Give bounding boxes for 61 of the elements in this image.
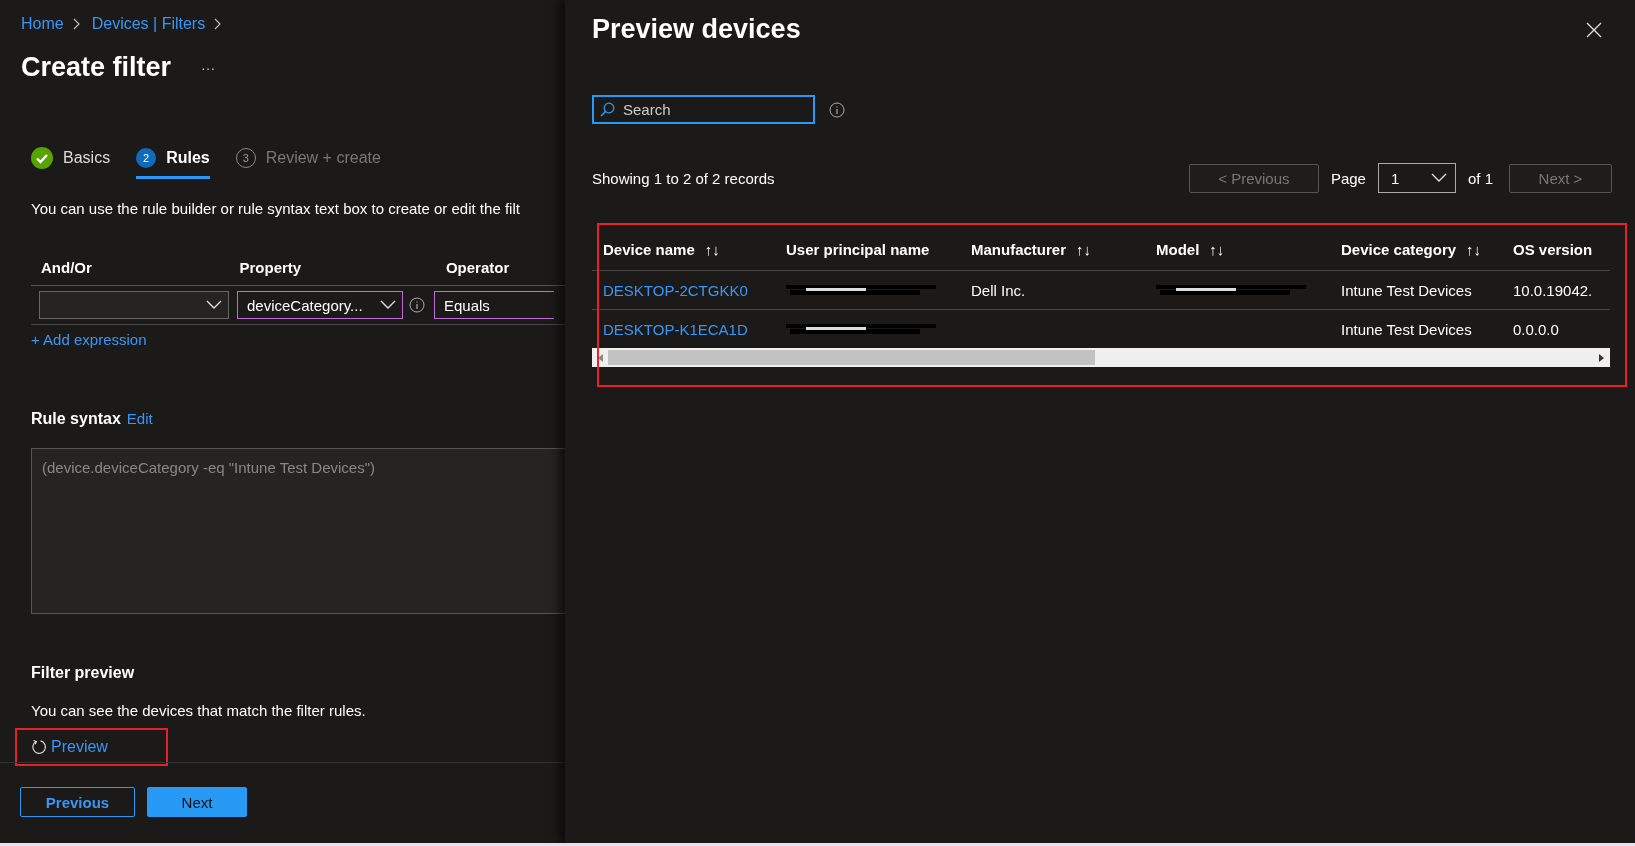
edit-link[interactable]: Edit [126, 410, 153, 427]
add-expression-link[interactable]: + Add expression [31, 331, 565, 348]
description-text: You can see the devices that match the filter rules. [31, 702, 367, 719]
close-icon[interactable] [1586, 21, 1602, 38]
breadcrumb-link[interactable]: Devices | Filters [91, 15, 206, 33]
info-icon[interactable] [409, 297, 425, 313]
column-header[interactable]: Model [1156, 241, 1200, 258]
section-heading: Rule syntax [31, 410, 121, 428]
refresh-icon [31, 739, 47, 755]
check-circle-icon [31, 147, 53, 169]
column-header: Property [239, 258, 303, 276]
footer-button[interactable]: Next [147, 787, 247, 817]
chevron-icon [213, 18, 222, 30]
property-dropdown[interactable]: deviceCategory... [237, 291, 403, 319]
column-header[interactable]: User principal name [786, 241, 930, 258]
wizard-step-tab[interactable]: Basics [31, 147, 111, 179]
table-cell: 0.0.0.0 [1513, 320, 1559, 338]
column-header[interactable]: Device category [1341, 241, 1457, 258]
and-or-dropdown[interactable] [39, 291, 229, 319]
device-link[interactable]: DESKTOP-K1ECA1D [603, 320, 748, 338]
chevron-down-icon [206, 300, 222, 310]
breadcrumb-link[interactable]: Home [21, 15, 64, 33]
column-header[interactable]: OS version [1513, 241, 1593, 258]
search-field[interactable]: Search [592, 95, 815, 124]
caret-right-icon[interactable] [1598, 352, 1606, 363]
table-cell: Intune Test Devices [1341, 320, 1472, 338]
wizard-step-tab[interactable]: 2 Rules [136, 147, 210, 179]
page-dropdown[interactable]: 1 [1377, 163, 1456, 193]
column-header[interactable]: Manufacturer [971, 241, 1067, 258]
operator-field[interactable]: Equals [434, 291, 554, 319]
page-count: of 1 [1467, 169, 1493, 187]
sort-icon[interactable]: ↑↓ [1076, 241, 1092, 258]
sort-icon[interactable]: ↑↓ [1209, 241, 1225, 258]
chevron-icon [71, 18, 80, 30]
footer-button[interactable]: Previous [20, 787, 135, 817]
more-button[interactable]: ··· [201, 59, 216, 76]
column-header[interactable]: Device name [603, 241, 695, 258]
wizard-step-tab[interactable]: 3 Review + create [235, 147, 381, 179]
description-text: You can use the rule builder or rule syntax text box to create or edit the filt [31, 200, 521, 217]
section-heading: Filter preview [31, 664, 136, 682]
info-icon[interactable] [829, 101, 845, 118]
column-header: Operator [444, 258, 511, 276]
chevron-down-icon [1430, 173, 1447, 183]
caret-left-icon[interactable] [596, 352, 604, 363]
table-cell: 10.0.19042. [1513, 281, 1593, 299]
search-icon [600, 102, 615, 117]
horizontal-scrollbar[interactable] [592, 348, 1610, 367]
records-count: Showing 1 to 2 of 2 records [592, 169, 775, 187]
chevron-down-icon [380, 300, 396, 310]
panel-title: Preview devices [592, 14, 801, 45]
sort-icon[interactable]: ↑↓ [704, 241, 720, 258]
column-header: And/Or [40, 258, 93, 276]
preview-link[interactable]: Preview [31, 738, 108, 756]
sort-icon[interactable]: ↑↓ [1466, 241, 1482, 258]
step-number: 2 [136, 148, 157, 168]
page-label: Page [1330, 169, 1366, 187]
rule-syntax-textarea[interactable]: (device.deviceCategory -eq "Intune Test Devices") [31, 448, 565, 614]
page-title: Create filter [21, 52, 172, 83]
table-cell: Dell Inc. [971, 281, 1026, 299]
device-link[interactable]: DESKTOP-2CTGKK0 [603, 281, 748, 299]
table-cell: Intune Test Devices [1341, 281, 1472, 299]
